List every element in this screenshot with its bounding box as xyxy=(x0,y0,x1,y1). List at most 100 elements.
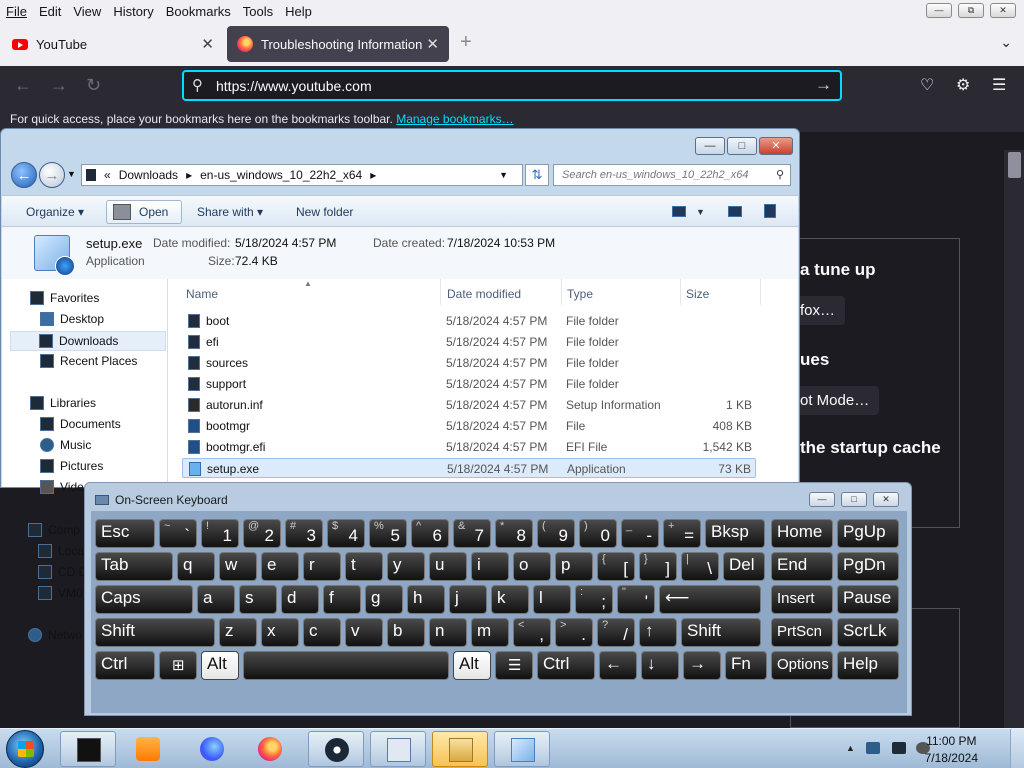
file-row[interactable]: autorun.inf 5/18/2024 4:57 PM Setup Inform… xyxy=(182,395,756,415)
address-bar[interactable]: « Downloads ▸ en-us_windows_10_22h2_x64 … xyxy=(81,164,523,186)
address-dropdown-icon[interactable]: ▼ xyxy=(499,170,508,180)
url-text[interactable]: https://www.youtube.com xyxy=(216,78,372,94)
key-home[interactable]: Home xyxy=(771,519,833,548)
explorer-titlebar[interactable] xyxy=(1,129,799,159)
key-pgdn[interactable]: PgDn xyxy=(837,552,899,581)
key-fn[interactable]: Fn xyxy=(725,651,767,680)
key[interactable]: → xyxy=(683,651,721,680)
view-options-icon[interactable] xyxy=(672,206,686,217)
taskbar-firefox-dev[interactable] xyxy=(184,731,240,767)
nav-downloads[interactable]: Downloads xyxy=(10,331,166,351)
key[interactable]: ? / xyxy=(597,618,635,647)
osk-close-button[interactable]: ✕ xyxy=(873,492,899,507)
reload-icon[interactable]: ↻ xyxy=(86,75,101,96)
nav-cd-drive[interactable]: CD D xyxy=(38,565,87,579)
key-options[interactable]: Options xyxy=(771,651,833,680)
key-alt[interactable]: Alt xyxy=(453,651,491,680)
file-row[interactable]: efi 5/18/2024 4:57 PM File folder xyxy=(182,332,756,352)
breadcrumb-folder[interactable]: en-us_windows_10_22h2_x64 xyxy=(200,168,362,182)
key-l[interactable]: l xyxy=(533,585,571,614)
key-8[interactable]: * 8 xyxy=(495,519,533,548)
key-1[interactable]: ! 1 xyxy=(201,519,239,548)
back-icon[interactable]: ← xyxy=(14,75,32,96)
key[interactable]: ~ ` xyxy=(159,519,197,548)
key-alt[interactable]: Alt xyxy=(201,651,239,680)
troubleshoot-mode-button[interactable]: ot Mode… xyxy=(790,386,880,415)
taskbar-app-explorer-black[interactable] xyxy=(60,731,116,767)
key[interactable]: | \ xyxy=(681,552,719,581)
breadcrumb-prefix[interactable]: « xyxy=(104,168,111,182)
key-e[interactable]: e xyxy=(261,552,299,581)
key-esc[interactable]: Esc xyxy=(95,519,155,548)
key-3[interactable]: #3 xyxy=(285,519,323,548)
new-tab-icon[interactable]: + xyxy=(460,31,472,54)
key-j[interactable]: j xyxy=(449,585,487,614)
key[interactable]: ↑ xyxy=(639,618,677,647)
close-button[interactable]: ✕ xyxy=(990,3,1016,18)
explorer-close-button[interactable]: ✕ xyxy=(759,137,793,155)
osk-minimize-button[interactable]: — xyxy=(809,492,835,507)
key-prtscn[interactable]: PrtScn xyxy=(771,618,833,647)
file-row[interactable]: sources 5/18/2024 4:57 PM File folder xyxy=(182,353,756,373)
menu-edit[interactable]: Edit xyxy=(33,4,67,19)
menu-history[interactable]: History xyxy=(107,4,159,19)
taskbar-firefox[interactable] xyxy=(242,731,298,767)
key-shift[interactable]: Shift xyxy=(95,618,215,647)
key-bksp[interactable]: Bksp xyxy=(705,519,765,548)
key-end[interactable]: End xyxy=(771,552,833,581)
key-k[interactable]: k xyxy=(491,585,529,614)
key-z[interactable]: z xyxy=(219,618,257,647)
key-help[interactable]: Help xyxy=(837,651,899,680)
key-space[interactable] xyxy=(243,651,449,680)
nav-pictures[interactable]: Pictures xyxy=(40,459,103,473)
file-row[interactable]: bootmgr.efi 5/18/2024 4:57 PM EFI File 1,54… xyxy=(182,437,756,457)
nav-music[interactable]: Music xyxy=(40,438,91,452)
key-shift[interactable]: Shift xyxy=(681,618,761,647)
nav-videos[interactable]: Vide xyxy=(40,480,84,494)
key-c[interactable]: c xyxy=(303,618,341,647)
key[interactable]: }] xyxy=(639,552,677,581)
key-m[interactable]: m xyxy=(471,618,509,647)
key-win-logo-icon[interactable]: ⊞ xyxy=(159,651,197,680)
nav-computer[interactable]: Comp xyxy=(28,523,80,537)
key[interactable]: + = xyxy=(663,519,701,548)
app-menu-icon[interactable]: ☰ xyxy=(992,75,1006,95)
key-q[interactable]: q xyxy=(177,552,215,581)
key-a[interactable]: a xyxy=(197,585,235,614)
key-5[interactable]: % 5 xyxy=(369,519,407,548)
menu-help[interactable]: Help xyxy=(279,4,318,19)
key-ctrl[interactable]: Ctrl xyxy=(537,651,595,680)
key-i[interactable]: i xyxy=(471,552,509,581)
key-pgup[interactable]: PgUp xyxy=(837,519,899,548)
manage-bookmarks-link[interactable]: Manage bookmarks… xyxy=(396,112,513,126)
list-tabs-icon[interactable]: ⌄ xyxy=(1000,34,1012,51)
key-0[interactable]: ) 0 xyxy=(579,519,617,548)
key-v[interactable]: v xyxy=(345,618,383,647)
start-button[interactable] xyxy=(6,730,44,768)
key-tab[interactable]: Tab xyxy=(95,552,173,581)
file-row[interactable]: boot 5/18/2024 4:57 PM File folder xyxy=(182,311,756,331)
recent-pages-icon[interactable]: ▼ xyxy=(67,169,76,179)
minimize-button[interactable]: — xyxy=(926,3,952,18)
key-pause[interactable]: Pause xyxy=(837,585,899,614)
key[interactable]: " ' xyxy=(617,585,655,614)
key-r[interactable]: r xyxy=(303,552,341,581)
breadcrumb-downloads[interactable]: Downloads xyxy=(119,168,178,182)
key[interactable]: _ - xyxy=(621,519,659,548)
key-d[interactable]: d xyxy=(281,585,319,614)
key-g[interactable]: g xyxy=(365,585,403,614)
key-2[interactable]: @2 xyxy=(243,519,281,548)
nav-favorites[interactable]: Favorites xyxy=(30,291,99,305)
taskbar-media-player[interactable] xyxy=(120,731,176,767)
key-4[interactable]: $4 xyxy=(327,519,365,548)
osk-restore-button[interactable]: □ xyxy=(841,492,867,507)
key[interactable]: ← xyxy=(599,651,637,680)
menu-bookmarks[interactable]: Bookmarks xyxy=(160,4,237,19)
key-p[interactable]: p xyxy=(555,552,593,581)
taskbar-on-screen-keyboard[interactable] xyxy=(370,731,426,767)
close-tab-icon[interactable]: ✕ xyxy=(426,35,439,53)
menu-view[interactable]: View xyxy=(67,4,107,19)
key-insert[interactable]: Insert xyxy=(771,585,833,614)
nav-recent-places[interactable]: Recent Places xyxy=(40,354,137,368)
key-b[interactable]: b xyxy=(387,618,425,647)
